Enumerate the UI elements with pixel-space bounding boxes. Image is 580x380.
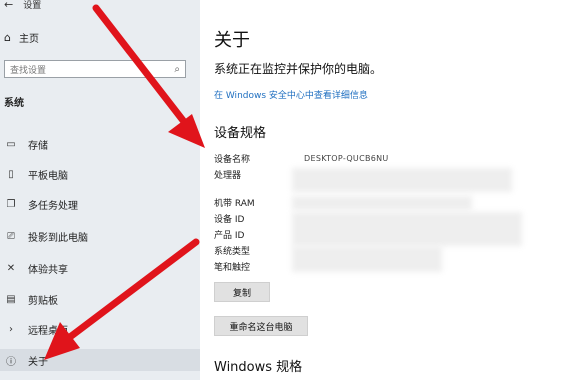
- sidebar-item-label: 平板电脑: [28, 170, 68, 182]
- spec-label-product-id: 产品 ID: [214, 231, 245, 241]
- clipboard-icon: ▤: [6, 293, 16, 305]
- device-name-value: DESKTOP-QUCB6NU: [304, 154, 389, 163]
- sidebar-item-tablet[interactable]: ▯ 平板电脑: [0, 163, 200, 185]
- security-center-link[interactable]: 在 Windows 安全中心中查看详细信息: [214, 88, 368, 101]
- sidebar-item-label: 多任务处理: [28, 200, 78, 212]
- sidebar-item-label: 存储: [28, 140, 48, 152]
- multitasking-icon: ❐: [6, 198, 16, 210]
- device-specs-title: 设备规格: [214, 126, 267, 141]
- tablet-icon: ▯: [8, 168, 14, 180]
- page-title: 关于: [214, 30, 250, 51]
- spec-label-ram: 机带 RAM: [214, 199, 255, 209]
- sidebar-item-multitasking[interactable]: ❐ 多任务处理: [0, 193, 200, 215]
- storage-icon: ▭: [6, 138, 16, 150]
- copy-button[interactable]: 复制: [214, 282, 270, 302]
- sidebar-item-label: 剪贴板: [28, 295, 58, 307]
- settings-header: ← 设置: [4, 0, 41, 11]
- rename-pc-button[interactable]: 重命名这台电脑: [214, 316, 308, 336]
- windows-specs-title: Windows 规格: [214, 360, 303, 375]
- sidebar-item-about[interactable]: ⓘ 关于: [0, 349, 200, 371]
- projecting-icon: ⎚: [7, 230, 15, 242]
- sidebar-item-label: 远程桌面: [28, 325, 68, 337]
- sidebar-item-clipboard[interactable]: ▤ 剪贴板: [0, 288, 200, 310]
- section-title-system: 系统: [4, 98, 24, 109]
- remote-desktop-icon: ›: [9, 323, 13, 335]
- spec-label-pen-touch: 笔和触控: [214, 263, 251, 273]
- main-content: 关于 系统正在监控并保护你的电脑。 在 Windows 安全中心中查看详细信息 …: [200, 0, 580, 380]
- blurred-processor-value: [292, 168, 512, 192]
- search-input[interactable]: 查找设置 ⌕: [4, 60, 186, 78]
- sidebar-item-storage[interactable]: ▭ 存储: [0, 133, 200, 155]
- back-arrow-icon[interactable]: ←: [4, 0, 13, 11]
- blurred-ram-value: [292, 196, 472, 210]
- spec-label-system-type: 系统类型: [214, 247, 251, 257]
- sidebar-item-projecting[interactable]: ⎚ 投影到此电脑: [0, 225, 200, 247]
- sidebar: ← 设置 ⌂ 主页 查找设置 ⌕ 系统 ▭ 存储 ▯ 平板电脑 ❐ 多任务处理 …: [0, 0, 200, 380]
- spec-label-device-id: 设备 ID: [214, 215, 245, 225]
- search-icon[interactable]: ⌕: [174, 64, 180, 75]
- sidebar-item-shared-experiences[interactable]: ✕ 体验共享: [0, 257, 200, 279]
- sidebar-item-home[interactable]: ⌂ 主页: [4, 30, 39, 45]
- home-label: 主页: [18, 34, 39, 45]
- sidebar-item-label: 体验共享: [28, 264, 68, 276]
- protection-status-text: 系统正在监控并保护你的电脑。: [214, 62, 383, 76]
- search-placeholder: 查找设置: [10, 65, 47, 76]
- spec-label-processor: 处理器: [214, 171, 242, 181]
- home-icon: ⌂: [4, 31, 11, 44]
- settings-title: 设置: [23, 1, 42, 11]
- spec-label-device-name: 设备名称: [214, 155, 251, 165]
- sidebar-item-label: 投影到此电脑: [28, 232, 88, 244]
- sidebar-item-label: 关于: [28, 356, 48, 368]
- sidebar-item-remote-desktop[interactable]: › 远程桌面: [0, 318, 200, 340]
- shared-experiences-icon: ✕: [6, 262, 16, 274]
- blurred-id-values: [292, 212, 522, 246]
- blurred-system-values: [292, 246, 442, 272]
- info-icon: ⓘ: [6, 356, 16, 368]
